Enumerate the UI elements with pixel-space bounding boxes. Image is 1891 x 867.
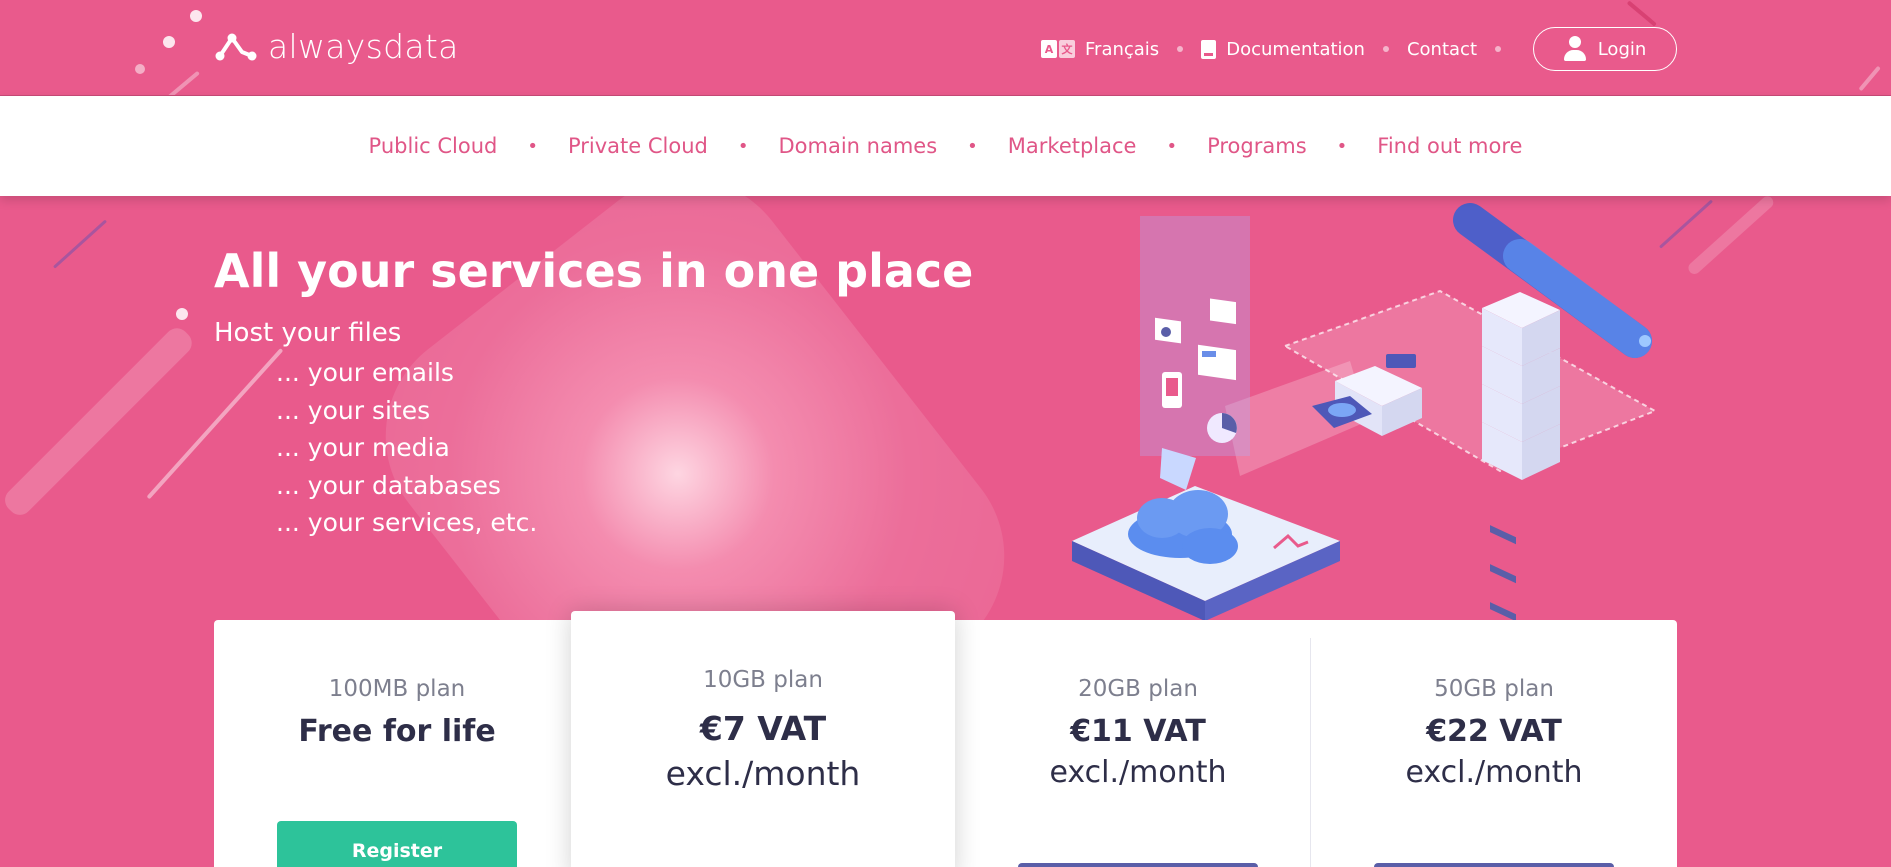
decorative-dot [190,10,202,22]
translate-icon: A文 [1041,40,1075,58]
webpage-icon [1198,344,1236,381]
main-nav: Public Cloud • Private Cloud • Domain na… [0,96,1891,196]
pie-chart-icon [1207,413,1237,443]
contact-link[interactable]: Contact [1407,39,1477,60]
contact-label: Contact [1406,38,1477,60]
list-item: ... your databases [276,470,501,500]
nav-marketplace[interactable]: Marketplace [1008,134,1137,158]
plan-price-period: excl./month [1405,755,1583,790]
plan-name: 20GB plan [1078,676,1198,702]
plan-name: 100MB plan [328,676,466,702]
nav-separator [1495,46,1501,52]
hero-title: All your services in one place [214,244,974,298]
list-item: ... your services, etc. [276,508,538,537]
decorative-dot [176,308,188,320]
login-label: Login [1597,38,1647,60]
user-icon [1563,36,1586,62]
plan-card-20gb: 20GB plan €11 VAT excl./month [955,620,1321,867]
plan-price: €22 VAT [1426,714,1562,749]
plan-select-button[interactable] [1018,863,1258,867]
alwaysdata-logo-icon [215,33,257,61]
list-item: ... your media [276,433,450,462]
plan-card-100mb: 100MB plan Free for life Register [214,620,580,867]
decorative-stripe [52,219,108,269]
decorative-line [1626,0,1657,27]
nav-public-cloud[interactable]: Public Cloud [369,134,498,158]
image-icon [1210,298,1236,325]
book-icon [1201,39,1217,59]
nav-separator: • [967,135,978,157]
nav-private-cloud[interactable]: Private Cloud [568,134,708,158]
decorative-line [1858,65,1881,92]
nav-separator: • [1166,135,1178,157]
list-item: ... your sites [276,395,431,425]
decorative-stripe [0,323,197,520]
top-header: alwaysdata A文 Français Documentation Con… [0,0,1891,96]
hero-feature-list: ... your emails ... your sites ... your … [276,354,537,542]
nav-separator: • [1336,135,1348,157]
plan-name: 50GB plan [1434,676,1554,702]
decorative-dot [135,64,145,74]
server-stack [1482,292,1560,646]
play-icon [1155,317,1181,344]
mobile-icon [1162,372,1182,408]
login-button[interactable]: Login [1533,27,1677,71]
plan-price-period: excl./month [665,754,861,793]
plan-price-period: excl./month [1049,755,1227,790]
cloud-hosting-illustration [1072,203,1658,646]
plan-card-10gb-featured: 10GB plan €7 VAT excl./month [571,611,955,867]
logo-text: alwaysdata [268,26,459,66]
nav-separator: • [737,135,749,157]
plan-price: €7 VAT [699,709,827,748]
decorative-stripe [1685,196,1776,277]
documentation-label: Documentation [1226,38,1365,60]
plan-select-button[interactable] [1374,863,1614,867]
decorative-line [166,70,200,95]
hero-subtitle: Host your files [214,318,402,348]
list-item: ... your emails [276,358,454,387]
top-nav: A文 Français Documentation Contact Login [1041,26,1677,72]
nav-find-out-more[interactable]: Find out more [1377,134,1522,158]
decorative-dot [163,36,175,48]
language-label: Français [1085,38,1160,60]
nav-programs[interactable]: Programs [1207,134,1307,158]
nav-separator [1177,46,1184,52]
documentation-link[interactable]: Documentation [1201,39,1365,60]
language-switch[interactable]: A文 Français [1041,39,1159,60]
nav-domain-names[interactable]: Domain names [778,134,937,158]
nav-separator [1382,46,1389,52]
plan-price: €11 VAT [1070,714,1206,749]
plan-price: Free for life [298,714,496,749]
plan-card-50gb: 50GB plan €22 VAT excl./month [1311,620,1677,867]
register-button[interactable]: Register [277,821,517,867]
plan-name: 10GB plan [703,667,823,693]
nav-separator: • [527,135,538,157]
logo[interactable]: alwaysdata [214,26,459,66]
